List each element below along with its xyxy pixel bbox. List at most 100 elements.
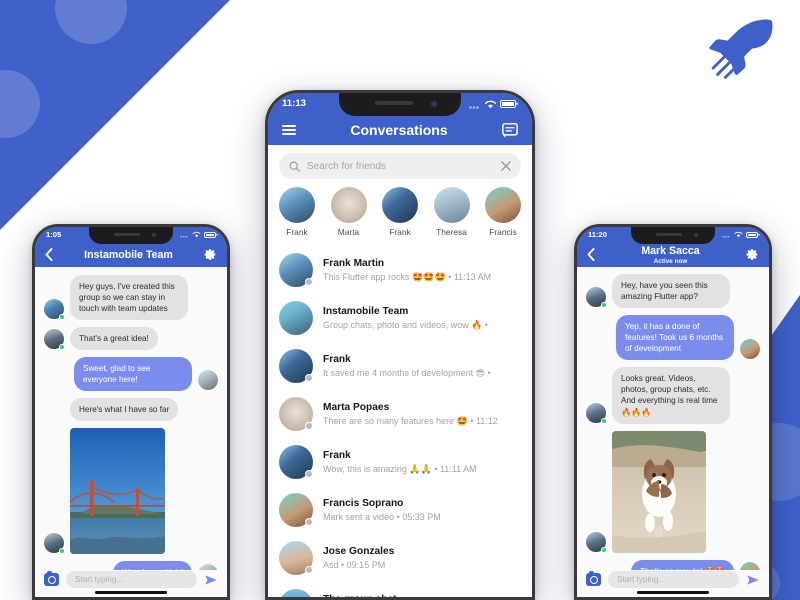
- conversation-preview: Wow, this is amazing 🙏🙏 • 11:11 AM: [323, 463, 477, 474]
- message-bubble: Yep, it has a done of features! Took us …: [616, 315, 734, 361]
- story-label: Theresa: [436, 227, 467, 237]
- presence-status: Active now: [653, 257, 688, 265]
- phone-right-screen: 11:20 Mark Sacca Active now Hey, have yo…: [577, 227, 769, 597]
- conversation-meta: Instamobile Team Group chats, photo and …: [323, 306, 521, 331]
- conversation-row[interactable]: The group chat Hola amigos • 02:18 PM: [268, 582, 532, 597]
- conversation-preview: Mark sent a video • 05:33 PM: [323, 512, 441, 522]
- message-input[interactable]: Start typing...: [66, 571, 197, 588]
- conversation-row[interactable]: Frank Wow, this is amazing 🙏🙏 • 11:11 AM: [268, 438, 532, 486]
- running-dog-photo: [612, 430, 706, 553]
- conversation-row[interactable]: Jose Gonzales Asd • 09:15 PM: [268, 534, 532, 582]
- story-item[interactable]: Marta: [326, 187, 372, 237]
- decorative-circle: [0, 70, 40, 138]
- search-input[interactable]: Search for friends: [307, 161, 494, 172]
- conversation-meta: Frank Martin This Flutter app rocks 🤩🤩🤩 …: [323, 258, 521, 283]
- battery-icon: [204, 231, 216, 238]
- message-bubble: Wow I, good job!: [113, 561, 192, 570]
- back-button[interactable]: [587, 248, 595, 261]
- message-row: Looks great. Videos, photos, group chats…: [585, 367, 761, 424]
- phone-left-screen: 1:05 Instamobile Team Hey guys, I've cre…: [35, 227, 227, 597]
- avatar: [585, 286, 607, 309]
- avatar: [279, 541, 313, 575]
- page-title: Conversations: [350, 122, 448, 138]
- camera-icon[interactable]: [586, 571, 601, 586]
- conversation-row[interactable]: Instamobile Team Group chats, photo and …: [268, 294, 532, 342]
- status-time: 11:13: [282, 98, 307, 110]
- front-camera: [431, 101, 437, 107]
- message-bubble: Hey, have you seen this amazing Flutter …: [612, 274, 730, 309]
- conversation-name: Marta Popaes: [323, 401, 390, 413]
- message-row: That's so cuuute! 🤩🤩: [585, 559, 761, 570]
- avatar: [279, 397, 313, 431]
- avatar: [197, 562, 219, 570]
- send-icon[interactable]: [746, 573, 760, 587]
- avatar: [739, 338, 761, 361]
- image-message[interactable]: [612, 430, 706, 553]
- wifi-icon: [484, 100, 497, 108]
- story-item[interactable]: Frank: [274, 187, 320, 237]
- message-list[interactable]: Hey guys, I've created this group so we …: [35, 267, 227, 570]
- message-row: Yep, it has a done of features! Took us …: [585, 315, 761, 361]
- signal-dots-icon: [180, 235, 188, 238]
- conversation-list[interactable]: Frank Martin This Flutter app rocks 🤩🤩🤩 …: [268, 246, 532, 597]
- message-row: That's a great idea!: [43, 327, 219, 351]
- settings-button[interactable]: [204, 248, 217, 261]
- conversation-preview: This Flutter app rocks 🤩🤩🤩 • 11:13 AM: [323, 271, 492, 282]
- conversation-name: Frank Martin: [323, 257, 385, 269]
- hamburger-menu-icon[interactable]: [282, 125, 296, 135]
- avatar: [585, 530, 607, 553]
- page-title: Instamobile Team: [84, 248, 173, 261]
- conversation-name: Instamobile Team: [323, 305, 409, 317]
- home-indicator: [637, 590, 709, 594]
- conversation-row[interactable]: Frank It saved me 4 months of developmen…: [268, 342, 532, 390]
- conversation-row[interactable]: Marta Popaes There are so many features …: [268, 390, 532, 438]
- avatar: [279, 349, 313, 383]
- chat-title-group: Mark Sacca Active now: [595, 245, 746, 265]
- camera-icon[interactable]: [44, 571, 59, 586]
- conversation-preview: There are so many features here 🤩 • 11:1…: [323, 415, 498, 426]
- story-item[interactable]: Theresa: [429, 187, 475, 237]
- conversation-meta: Francis Soprano Mark sent a video • 05:3…: [323, 498, 521, 522]
- conversation-name: The group chat: [323, 594, 521, 597]
- status-time: 11:20: [588, 229, 608, 239]
- conversation-row[interactable]: Francis Soprano Mark sent a video • 05:3…: [268, 486, 532, 534]
- send-icon[interactable]: [204, 573, 218, 587]
- stories-row[interactable]: Frank Marta Frank Theresa Francis: [268, 184, 532, 246]
- wifi-icon: [192, 231, 201, 238]
- message-input[interactable]: Start typing...: [608, 571, 739, 588]
- message-row: [43, 428, 219, 555]
- page-title: Mark Sacca: [641, 244, 700, 257]
- story-label: Frank: [286, 227, 308, 237]
- message-bubble: Hey guys, I've created this group so we …: [70, 275, 188, 321]
- close-x-icon[interactable]: [501, 161, 511, 171]
- front-camera: [152, 233, 156, 237]
- search-bar[interactable]: Search for friends: [279, 153, 521, 179]
- back-button[interactable]: [45, 248, 53, 261]
- signal-dots-icon: [722, 235, 730, 238]
- settings-button[interactable]: [746, 248, 759, 261]
- status-indicators: [469, 100, 516, 109]
- story-item[interactable]: Francis: [480, 187, 526, 237]
- conversation-name: Jose Gonzales: [323, 546, 395, 557]
- conversation-row[interactable]: Frank Martin This Flutter app rocks 🤩🤩🤩 …: [268, 246, 532, 294]
- message-list[interactable]: Hey, have you seen this amazing Flutter …: [577, 267, 769, 570]
- avatar: [197, 369, 219, 392]
- signal-dots-icon: [469, 105, 479, 109]
- conversation-meta: Frank It saved me 4 months of developmen…: [323, 354, 521, 379]
- battery-icon: [500, 100, 516, 108]
- avatar: [43, 532, 65, 555]
- conversations-navbar: Conversations: [268, 115, 532, 145]
- avatar: [279, 589, 313, 597]
- gear-icon: [746, 249, 758, 260]
- new-message-icon[interactable]: [502, 122, 518, 138]
- story-item[interactable]: Frank: [377, 187, 423, 237]
- message-bubble: That's so cuuute! 🤩🤩: [631, 559, 734, 570]
- conversation-meta: The group chat Hola amigos • 02:18 PM: [323, 594, 521, 597]
- avatar: [279, 301, 313, 335]
- notch: [339, 93, 461, 116]
- message-row: Hey guys, I've created this group so we …: [43, 275, 219, 321]
- home-indicator: [95, 590, 167, 594]
- avatar: [279, 253, 313, 287]
- wifi-icon: [734, 231, 743, 238]
- image-message[interactable]: [70, 428, 165, 555]
